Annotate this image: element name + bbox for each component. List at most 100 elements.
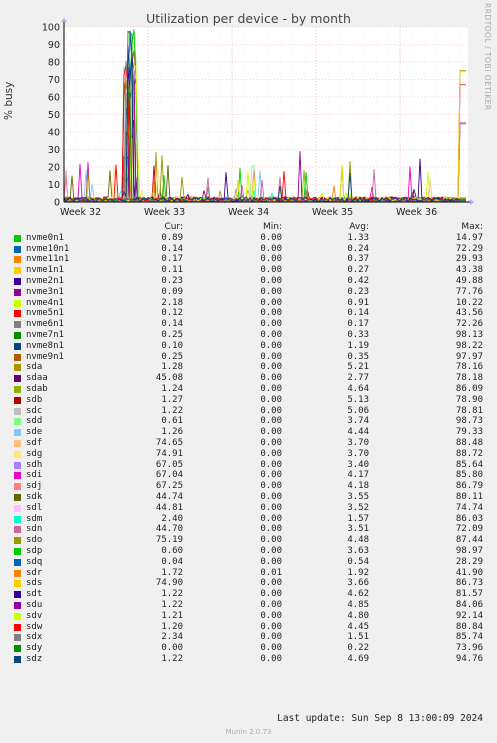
legend-min: 0.00: [260, 286, 282, 297]
legend-swatch: [14, 321, 21, 329]
legend-swatch: [14, 656, 21, 663]
legend-cur: 0.12: [161, 308, 183, 319]
legend-avg: 5.21: [347, 362, 369, 373]
legend-min: 0.00: [260, 643, 282, 654]
x-tick-label: Week 34: [228, 207, 269, 218]
legend-max: 86.79: [455, 481, 483, 492]
legend-label: sdj: [26, 481, 43, 492]
legend-min: 0.00: [260, 416, 282, 427]
legend-label: sdaa: [26, 373, 48, 384]
legend-row: sdk 44.74 0.00 3.55 80.11: [0, 492, 497, 503]
legend-label: sdl: [26, 502, 43, 513]
legend-label: sdu: [26, 600, 43, 610]
legend-min: 0.00: [260, 232, 282, 243]
legend-label: sdi: [26, 470, 43, 481]
legend-avg: 3.52: [347, 502, 369, 513]
legend-label: sdt: [26, 589, 43, 600]
legend-row: sdw 1.20 0.00 4.45 80.84: [0, 622, 497, 633]
legend-min: 0.00: [260, 481, 282, 492]
legend-cur: 74.91: [155, 448, 183, 459]
legend-min: 0.00: [260, 427, 282, 438]
legend-swatch: [14, 418, 21, 426]
chart: 0102030405060708090100 Week 32 Week 33 Wee…: [42, 18, 474, 218]
legend-min: 0.00: [260, 340, 282, 351]
legend-min: 0.00: [260, 654, 282, 664]
legend-avg: 5.06: [347, 405, 369, 416]
legend-avg: 0.54: [347, 556, 369, 567]
x-tick-label: Week 33: [144, 207, 185, 218]
legend-row: nvme9n1 0.25 0.00 0.35 97.97: [0, 352, 497, 363]
legend-row: nvme5n1 0.12 0.00 0.14 43.56: [0, 308, 497, 319]
legend-row: nvme6n1 0.14 0.00 0.17 72.26: [0, 319, 497, 330]
legend-cur: 0.61: [161, 416, 183, 427]
legend-max: 49.88: [455, 276, 483, 286]
legend-avg: 3.40: [347, 459, 369, 470]
legend-min: 0.00: [260, 600, 282, 610]
legend-swatch: [14, 526, 21, 534]
legend-row: sdab 1.24 0.00 4.64 86.09: [0, 384, 497, 395]
legend-avg: 4.64: [347, 384, 369, 394]
legend-avg: 0.37: [347, 254, 369, 265]
y-tick-label: 100: [42, 23, 60, 34]
legend-cur: 0.10: [161, 340, 183, 351]
legend-swatch: [14, 461, 21, 469]
legend-row: nvme2n1 0.23 0.00 0.42 49.88: [0, 276, 497, 287]
legend-max: 43.56: [455, 308, 483, 319]
legend-label: sdx: [26, 632, 43, 643]
legend-swatch: [14, 612, 21, 620]
legend-label: sdn: [26, 524, 43, 535]
legend-row: sde 1.26 0.00 4.44 79.33: [0, 427, 497, 438]
legend-swatch: [14, 580, 21, 588]
legend-min: 0.00: [260, 621, 282, 632]
legend-swatch: [14, 364, 21, 372]
legend-avg: 0.14: [347, 308, 369, 319]
x-tick-labels: Week 32 Week 33 Week 34 Week 35 Week 36: [60, 207, 437, 218]
legend-label: nvme4n1: [26, 297, 64, 308]
legend-row: sdt 1.22 0.00 4.62 81.57: [0, 589, 497, 600]
legend-cur: 44.70: [155, 524, 183, 535]
y-tick-label: 60: [48, 93, 60, 104]
legend-min: 0.00: [260, 610, 282, 621]
legend-swatch: [14, 494, 21, 501]
legend-max: 74.74: [455, 502, 483, 513]
legend-min: 0.00: [260, 502, 282, 513]
x-tick-label: Week 36: [396, 207, 437, 218]
legend-swatch: [14, 537, 21, 545]
legend-swatch: [14, 558, 21, 566]
legend-cur: 67.25: [155, 481, 183, 492]
legend-min: 0.00: [260, 297, 282, 308]
legend-swatch: [14, 396, 21, 404]
legend-cur: 75.19: [155, 535, 183, 546]
legend-avg: 0.24: [347, 243, 369, 254]
legend-min: 0.00: [260, 394, 282, 405]
legend-avg: 1.19: [347, 340, 369, 351]
legend-row: sdz 1.22 0.00 4.69 94.76: [0, 654, 497, 665]
legend-max: 28.29: [455, 556, 483, 567]
legend-label: sdm: [26, 513, 43, 524]
legend-cur: 1.22: [161, 405, 183, 416]
legend-max: 98.13: [455, 330, 483, 340]
legend-cur: 2.40: [161, 513, 183, 524]
legend-row: sdh 67.05 0.00 3.40 85.64: [0, 460, 497, 471]
legend-avg: 0.17: [347, 319, 369, 330]
legend-max: 72.26: [455, 319, 483, 330]
legend-avg: 1.57: [347, 513, 369, 524]
legend-label: sds: [26, 578, 43, 589]
legend-row: nvme8n1 0.10 0.00 1.19 98.22: [0, 341, 497, 352]
legend-row: sdf 74.65 0.00 3.70 88.48: [0, 438, 497, 449]
legend-max: 78.90: [455, 394, 483, 405]
legend-max: 43.38: [455, 265, 483, 276]
legend-swatch: [14, 386, 21, 393]
legend-swatch: [14, 245, 21, 253]
legend-min: 0.00: [260, 351, 282, 362]
legend-row: nvme0n1 0.89 0.00 1.33 14.97: [0, 233, 497, 244]
legend-label: nvme10n1: [26, 243, 70, 254]
x-tick-label: Week 35: [312, 207, 353, 218]
legend-cur: 45.08: [155, 373, 183, 384]
legend-cur: 0.23: [161, 276, 183, 286]
legend-row: sdb 1.27 0.00 5.13 78.90: [0, 395, 497, 406]
legend-cur: 0.25: [161, 330, 183, 340]
legend-avg: 4.18: [347, 481, 369, 492]
y-tick-label: 30: [48, 145, 60, 156]
legend-min: 0.00: [260, 492, 282, 502]
